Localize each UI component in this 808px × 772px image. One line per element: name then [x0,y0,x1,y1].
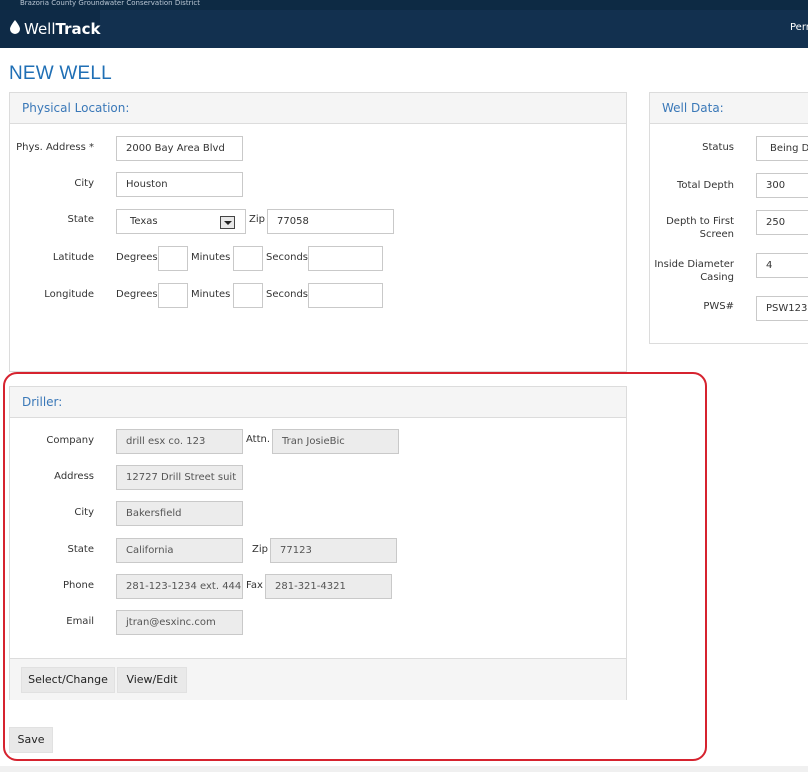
driller-actions: Select/Change View/Edit [10,658,626,700]
driller-title: Driller: [10,387,626,418]
driller-fax-input[interactable]: 281-321-4321 [265,574,392,599]
page-title: NEW WELL [9,63,112,84]
driller-phone-label: Phone [63,580,94,591]
phys-state-value: Texas [130,216,158,227]
district-banner: Brazoria County Groundwater Conservation… [0,0,808,10]
depth-first-screen-label-2: Screen [699,229,734,240]
lon-degrees-label: Degrees [116,289,158,300]
driller-zip-label: Zip [252,544,268,555]
inside-diameter-label-1: Inside Diameter [654,259,734,270]
pws-input[interactable]: PSW123 [756,296,808,321]
driller-phone-input[interactable]: 281-123-1234 ext. 444 [116,574,243,599]
longitude-label: Longitude [44,289,94,300]
driller-company-label: Company [46,435,94,446]
phys-zip-label: Zip [249,214,265,225]
select-change-button[interactable]: Select/Change [21,667,115,693]
status-input[interactable]: Being Dri [756,136,808,161]
lon-degrees-input[interactable] [158,283,188,308]
status-label: Status [702,142,734,153]
driller-address-input[interactable]: 12727 Drill Street suit [116,465,243,490]
total-depth-label: Total Depth [677,180,734,191]
phys-state-select[interactable]: Texas [116,209,246,234]
driller-state-input[interactable]: California [116,538,243,563]
top-navbar: WellTrack Perm [0,10,808,48]
phys-zip-input[interactable]: 77058 [267,209,394,234]
driller-fax-label: Fax [246,580,263,591]
driller-state-label: State [67,544,94,555]
depth-first-screen-label-1: Depth to First [666,216,734,227]
inside-diameter-input[interactable]: 4 [756,253,808,278]
phys-city-input[interactable]: Houston [116,172,243,197]
save-button[interactable]: Save [9,727,53,753]
lat-minutes-input[interactable] [233,246,263,271]
depth-first-screen-input[interactable]: 250 [756,210,808,235]
driller-city-label: City [74,507,94,518]
lon-minutes-label: Minutes [191,289,231,300]
nav-user-link[interactable]: Perm [790,22,808,33]
lon-seconds-label: Seconds [266,289,309,300]
latitude-label: Latitude [52,252,94,263]
lat-seconds-label: Seconds [266,252,309,263]
page-bottom-divider [0,766,808,772]
phys-city-label: City [74,178,94,189]
lon-seconds-input[interactable] [308,283,383,308]
chevron-down-icon[interactable] [220,216,235,229]
phys-address-label: Phys. Address * [16,142,94,153]
total-depth-input[interactable]: 300 [756,173,808,198]
driller-city-input[interactable]: Bakersfield [116,501,243,526]
driller-email-label: Email [66,616,94,627]
phys-address-input[interactable]: 2000 Bay Area Blvd [116,136,243,161]
physical-location-title: Physical Location: [10,93,626,124]
well-data-title: Well Data: [650,93,808,124]
pws-label: PWS# [703,301,734,312]
inside-diameter-label-2: Casing [700,272,734,283]
lat-degrees-input[interactable] [158,246,188,271]
phys-state-label: State [67,214,94,225]
driller-company-input[interactable]: drill esx co. 123 [116,429,243,454]
driller-address-label: Address [54,471,94,482]
lat-degrees-label: Degrees [116,252,158,263]
driller-attn-label: Attn. [246,434,271,445]
lon-minutes-input[interactable] [233,283,263,308]
water-drop-icon [10,20,20,38]
brand-bold: Track [55,20,101,38]
view-edit-button[interactable]: View/Edit [117,667,187,693]
driller-email-input[interactable]: jtran@esxinc.com [116,610,243,635]
driller-attn-input[interactable]: Tran JosieBic [272,429,399,454]
driller-zip-input[interactable]: 77123 [270,538,397,563]
brand-logo[interactable]: Well Track [0,10,101,48]
lat-seconds-input[interactable] [308,246,383,271]
brand-light: Well [24,20,56,38]
lat-minutes-label: Minutes [191,252,231,263]
